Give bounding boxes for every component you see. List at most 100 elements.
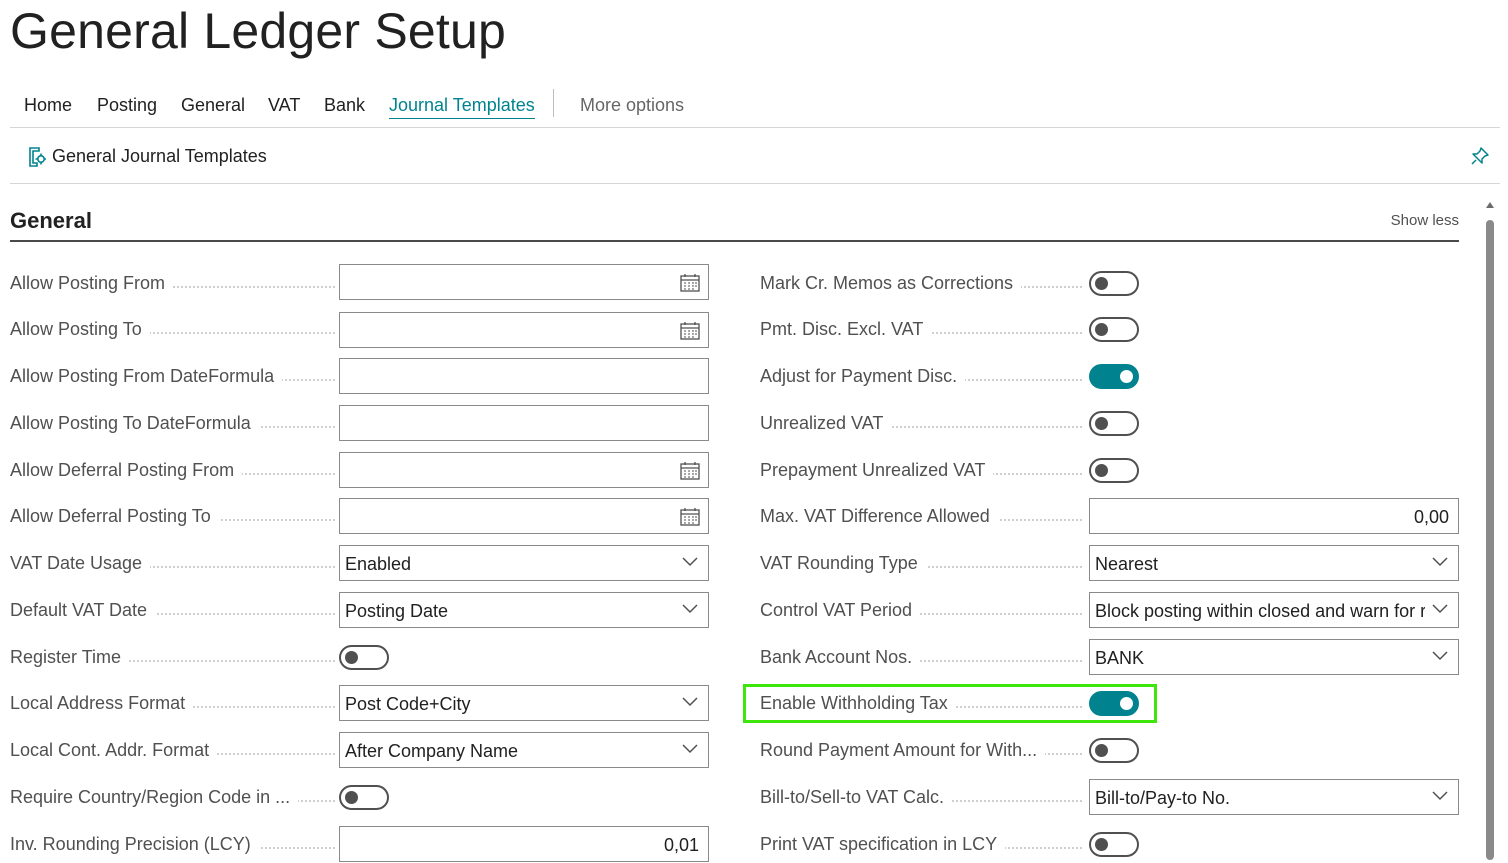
more-options-button[interactable]: More options — [580, 95, 684, 116]
allow-deferral-posting-to-input[interactable] — [339, 498, 709, 534]
field-label: Bank Account Nos. — [760, 647, 921, 668]
calendar-icon[interactable] — [680, 462, 700, 480]
allow-deferral-posting-from-input[interactable] — [339, 452, 709, 488]
chevron-down-icon — [682, 557, 698, 567]
chevron-down-icon — [1432, 791, 1448, 801]
allow-posting-from-input[interactable] — [339, 264, 709, 300]
bank-account-nos-select[interactable]: BANK — [1089, 639, 1459, 675]
tab-bank[interactable]: Bank — [324, 95, 365, 116]
print-vat-specification-in-lcy-toggle[interactable] — [1089, 832, 1139, 857]
field-label: Adjust for Payment Disc. — [760, 366, 966, 387]
default-vat-date-select[interactable]: Posting Date — [339, 592, 709, 628]
field-row: Register Time — [10, 639, 720, 675]
field-label: Allow Posting From DateFormula — [10, 366, 283, 387]
field-row: Local Address Format Post Code+City — [10, 685, 720, 721]
field-value: Block posting within closed and warn for… — [1095, 601, 1425, 621]
field-label: Enable Withholding Tax — [760, 693, 956, 714]
field-label: Allow Posting To — [10, 319, 150, 340]
chevron-down-icon — [1432, 651, 1448, 661]
show-less-button[interactable]: Show less — [1391, 212, 1459, 229]
tab-journal-templates[interactable]: Journal Templates — [389, 95, 535, 119]
local-address-format-select[interactable]: Post Code+City — [339, 685, 709, 721]
vat-rounding-type-select[interactable]: Nearest — [1089, 545, 1459, 581]
toggle-knob — [345, 791, 358, 804]
field-label: Max. VAT Difference Allowed — [760, 506, 998, 527]
field-label: Print VAT specification in LCY — [760, 834, 1006, 855]
field-row: Prepayment Unrealized VAT — [760, 452, 1460, 488]
allow-posting-from-dateformula-input[interactable] — [339, 358, 709, 394]
general-journal-templates-button[interactable]: General Journal Templates — [28, 146, 267, 167]
register-time-toggle[interactable] — [339, 645, 389, 670]
vertical-scrollbar[interactable] — [1484, 202, 1496, 863]
field-value: Nearest — [1095, 554, 1159, 574]
toggle-knob — [1095, 417, 1108, 430]
adjust-for-payment-disc-toggle[interactable] — [1089, 364, 1139, 389]
field-label: Mark Cr. Memos as Corrections — [760, 273, 1022, 294]
toggle-knob — [1095, 323, 1108, 336]
journal-template-icon — [29, 146, 46, 167]
field-value: 0,01 — [663, 835, 699, 855]
field-value: Bill-to/Pay-to No. — [1095, 788, 1231, 808]
field-value: After Company Name — [345, 741, 519, 761]
toggle-knob — [345, 651, 358, 664]
vat-date-usage-select[interactable]: Enabled — [339, 545, 709, 581]
unrealized-vat-toggle[interactable] — [1089, 411, 1139, 436]
chevron-down-icon — [682, 604, 698, 614]
field-row: Adjust for Payment Disc. — [760, 358, 1460, 394]
calendar-icon[interactable] — [680, 508, 700, 526]
field-label: Allow Posting To DateFormula — [10, 413, 259, 434]
toggle-knob — [1095, 277, 1108, 290]
general-journal-templates-label: General Journal Templates — [52, 146, 267, 166]
field-row: Max. VAT Difference Allowed 0,00 — [760, 498, 1460, 534]
section-title: General — [10, 208, 92, 233]
round-payment-amount-toggle[interactable] — [1089, 738, 1139, 763]
field-label: VAT Date Usage — [10, 553, 151, 574]
inv-rounding-precision-input[interactable]: 0,01 — [339, 826, 709, 862]
pmt-disc-excl-vat-toggle[interactable] — [1089, 317, 1139, 342]
toggle-knob — [1095, 744, 1108, 757]
field-label: Round Payment Amount for With... — [760, 740, 1046, 761]
mark-cr-memos-as-corrections-toggle[interactable] — [1089, 271, 1139, 296]
action-bar: Home Posting General VAT Bank Journal Te… — [10, 86, 1500, 128]
field-row: Mark Cr. Memos as Corrections — [760, 265, 1460, 301]
field-row: VAT Rounding Type Nearest — [760, 545, 1460, 581]
field-row: Require Country/Region Code in ... — [10, 779, 720, 815]
field-row: Inv. Rounding Precision (LCY) 0,01 — [10, 826, 720, 862]
field-label: Register Time — [10, 647, 130, 668]
field-row: Local Cont. Addr. Format After Company N… — [10, 732, 720, 768]
field-row: Unrealized VAT — [760, 405, 1460, 441]
prepayment-unrealized-vat-toggle[interactable] — [1089, 458, 1139, 483]
chevron-down-icon — [1432, 604, 1448, 614]
max-vat-difference-allowed-input[interactable]: 0,00 — [1089, 498, 1459, 534]
field-label: VAT Rounding Type — [760, 553, 926, 574]
calendar-icon[interactable] — [680, 274, 700, 292]
allow-posting-to-input[interactable] — [339, 312, 709, 348]
pin-icon[interactable] — [1470, 146, 1490, 166]
field-label: Prepayment Unrealized VAT — [760, 460, 994, 481]
tab-general[interactable]: General — [181, 95, 245, 116]
field-label: Local Cont. Addr. Format — [10, 740, 218, 761]
toggle-knob — [1095, 838, 1108, 851]
field-label: Bill-to/Sell-to VAT Calc. — [760, 787, 953, 808]
calendar-icon[interactable] — [680, 322, 700, 340]
field-value: 0,00 — [1413, 507, 1449, 527]
field-label: Unrealized VAT — [760, 413, 892, 434]
field-row: Allow Deferral Posting To — [10, 498, 720, 534]
field-value: BANK — [1095, 648, 1145, 668]
tab-home[interactable]: Home — [24, 95, 72, 116]
field-label: Allow Deferral Posting From — [10, 460, 243, 481]
field-label: Inv. Rounding Precision (LCY) — [10, 834, 259, 855]
allow-posting-to-dateformula-input[interactable] — [339, 405, 709, 441]
scroll-up-icon[interactable] — [1486, 202, 1494, 208]
tab-vat[interactable]: VAT — [268, 95, 300, 116]
scrollbar-thumb[interactable] — [1486, 220, 1494, 860]
field-label: Control VAT Period — [760, 600, 921, 621]
bill-to-sell-to-vat-calc-select[interactable]: Bill-to/Pay-to No. — [1089, 779, 1459, 815]
tab-posting[interactable]: Posting — [97, 95, 157, 116]
local-cont-addr-format-select[interactable]: After Company Name — [339, 732, 709, 768]
field-row: Allow Posting To — [10, 311, 720, 348]
control-vat-period-select[interactable]: Block posting within closed and warn for… — [1089, 592, 1459, 628]
require-country-region-code-toggle[interactable] — [339, 785, 389, 810]
field-row: Allow Deferral Posting From — [10, 452, 720, 488]
chevron-down-icon — [682, 744, 698, 754]
